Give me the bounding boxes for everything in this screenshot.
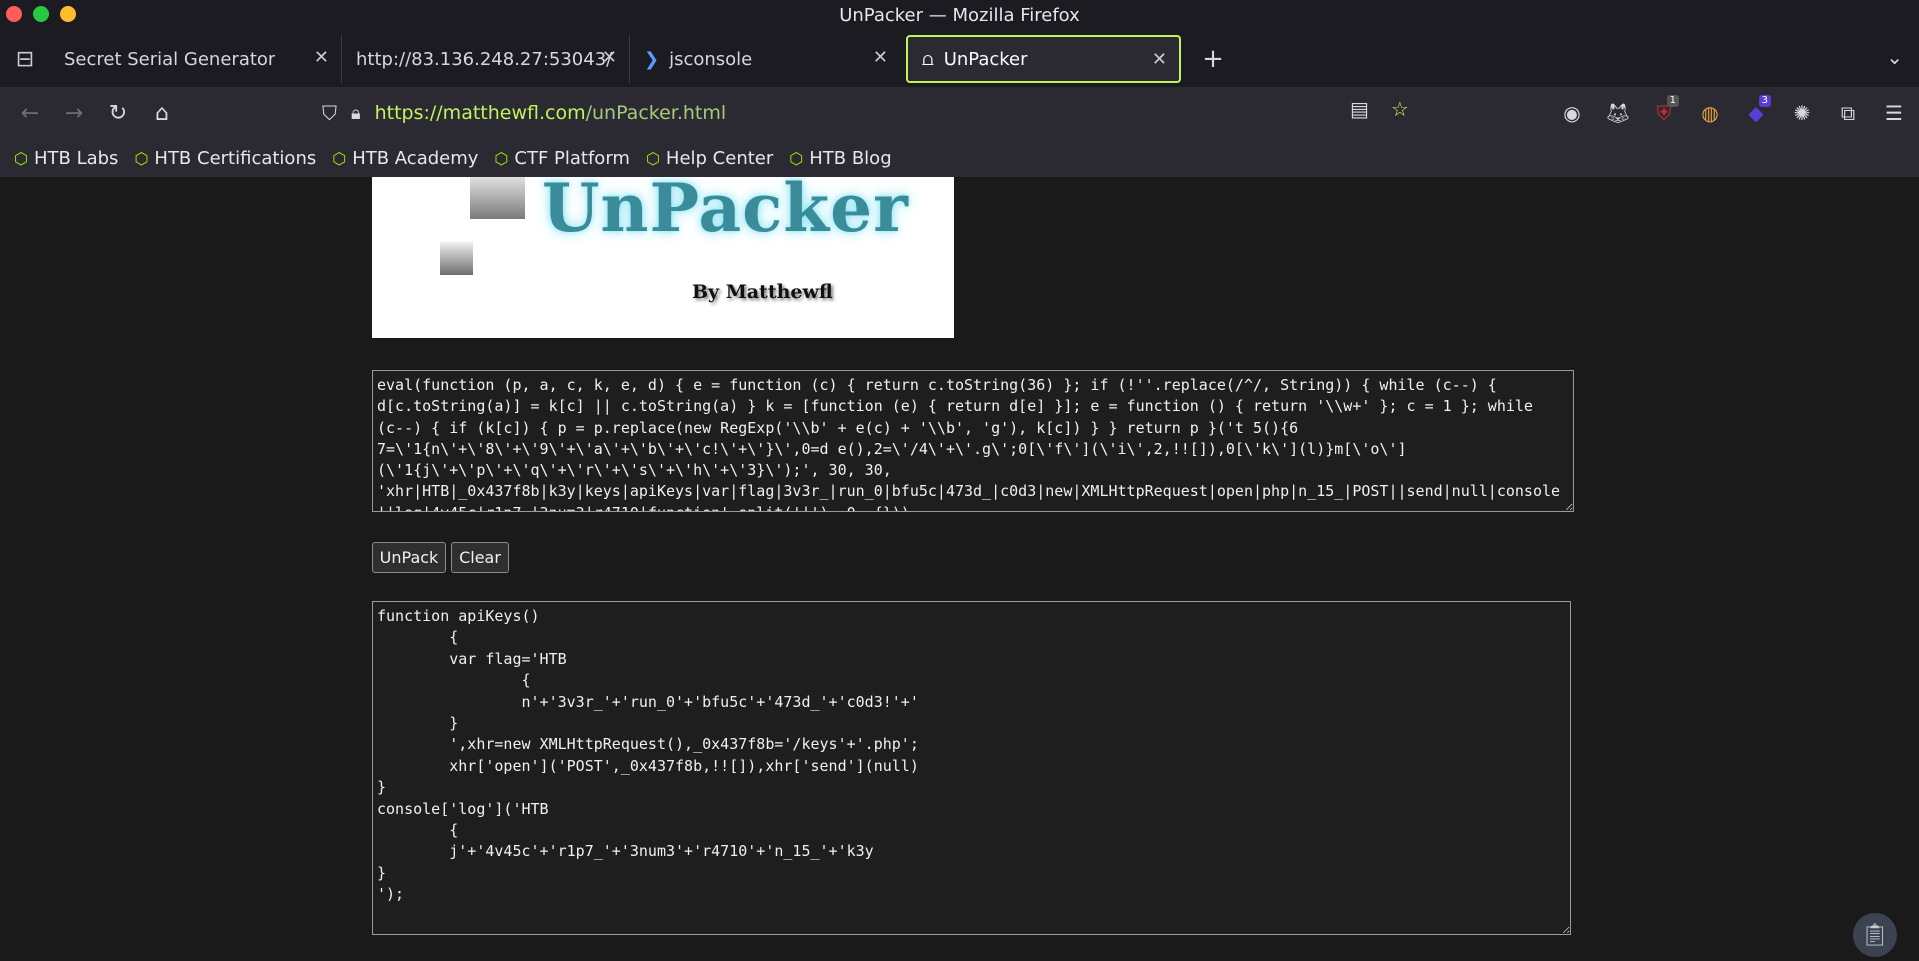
url-text[interactable]: https://matthewfl.com/unPacker.html bbox=[375, 102, 727, 124]
shield-icon[interactable]: ⛉ bbox=[322, 101, 337, 125]
bookmark-label: HTB Blog bbox=[809, 147, 892, 169]
tab-http[interactable]: http://83.136.248.27:53043/ ✕ bbox=[342, 35, 630, 83]
bookmark-htb-blog[interactable]: ⬡ HTB Blog bbox=[789, 148, 891, 169]
cookie-editor-icon[interactable]: ◍ bbox=[1693, 93, 1727, 133]
lock-icon[interactable]: 🔒︎ bbox=[351, 103, 361, 124]
account-icon[interactable]: ◉ bbox=[1555, 93, 1589, 133]
bookmark-help-center[interactable]: ⬡ Help Center bbox=[646, 148, 773, 169]
bookmark-label: CTF Platform bbox=[514, 147, 630, 169]
unpacker-logo: UnPacker By Matthewfl bbox=[372, 177, 954, 338]
ublock-badge: 1 bbox=[1666, 95, 1679, 107]
htb-cube-icon: ⬡ bbox=[789, 148, 804, 168]
unpacked-code-output[interactable]: function apiKeys() { var flag='HTB { n'+… bbox=[372, 601, 1571, 935]
clipboard-icon[interactable]: 📋︎ bbox=[1853, 913, 1897, 957]
htb-cube-icon: ⬡ bbox=[494, 148, 509, 168]
url-host: https://matthewfl.com bbox=[374, 102, 586, 124]
close-icon[interactable]: ✕ bbox=[1152, 49, 1167, 70]
tab-label: Secret Serial Generator bbox=[64, 48, 276, 70]
bookmark-ctf-platform[interactable]: ⬡ CTF Platform bbox=[494, 148, 630, 169]
wappalyzer-icon[interactable]: ◆ 3 bbox=[1739, 93, 1773, 133]
navigation-bar: ← → ↻ ⌂ ⛉ 🔒︎ https://matthewfl.com/unPac… bbox=[0, 87, 1919, 139]
window-title-bar: UnPacker — Mozilla Firefox bbox=[0, 0, 1919, 31]
close-icon[interactable]: ✕ bbox=[873, 47, 888, 68]
chevron-down-icon[interactable]: ⌄ bbox=[1886, 45, 1903, 69]
logo-decoration bbox=[440, 242, 473, 275]
bookmark-label: HTB Academy bbox=[352, 147, 479, 169]
url-bar[interactable]: ⛉ 🔒︎ https://matthewfl.com/unPacker.html bbox=[322, 93, 1402, 133]
clear-button[interactable]: Clear bbox=[451, 542, 509, 573]
new-tab-button[interactable]: + bbox=[1193, 35, 1233, 83]
bookmark-htb-certifications[interactable]: ⬡ HTB Certifications bbox=[134, 148, 316, 169]
minimize-window-button[interactable] bbox=[33, 6, 49, 22]
tab-jsconsole[interactable]: ❯ jsconsole ✕ bbox=[630, 35, 900, 83]
htb-cube-icon: ⬡ bbox=[332, 148, 347, 168]
logo-byline: By Matthewfl bbox=[692, 281, 833, 303]
logo-decoration bbox=[470, 177, 525, 219]
reader-view-icon[interactable]: ▤ bbox=[1350, 97, 1369, 121]
window-controls bbox=[6, 6, 76, 22]
bookmark-star-icon[interactable]: ☆ bbox=[1391, 97, 1409, 121]
bookmark-label: HTB Labs bbox=[33, 147, 119, 169]
unpack-button[interactable]: UnPack bbox=[372, 542, 446, 573]
close-window-button[interactable] bbox=[6, 6, 22, 22]
forward-button[interactable]: → bbox=[52, 91, 96, 135]
logo-title: UnPacker bbox=[542, 177, 909, 247]
extension-badge: 3 bbox=[1758, 95, 1771, 107]
extensions-icon[interactable]: ⧉ bbox=[1831, 93, 1865, 133]
back-button[interactable]: ← bbox=[8, 91, 52, 135]
close-icon[interactable]: ✕ bbox=[314, 47, 329, 68]
tab-secret-serial-generator[interactable]: Secret Serial Generator ✕ bbox=[50, 35, 342, 83]
bookmark-htb-labs[interactable]: ⬡ HTB Labs bbox=[14, 148, 118, 169]
close-icon[interactable]: ✕ bbox=[602, 47, 617, 68]
bookmark-label: HTB Certifications bbox=[154, 147, 317, 169]
htb-cube-icon: ⬡ bbox=[645, 148, 660, 168]
menu-icon[interactable]: ☰ bbox=[1877, 93, 1911, 133]
tab-label: UnPacker bbox=[943, 48, 1028, 70]
page-content: UnPacker By Matthewfl eval(function (p, … bbox=[0, 177, 1919, 961]
tab-label: jsconsole bbox=[669, 48, 753, 70]
tab-bar: ⊟ Secret Serial Generator ✕ http://83.13… bbox=[0, 31, 1919, 87]
site-favicon-icon: ⩍ bbox=[922, 48, 934, 70]
toolbar-extensions: ◉ 🦊︎ ⛨ 1 ◍ ◆ 3 ✺ ⧉ ☰ bbox=[1555, 93, 1911, 133]
bookmarks-toolbar: ⬡ HTB Labs ⬡ HTB Certifications ⬡ HTB Acade… bbox=[0, 139, 1919, 177]
bookmark-htb-academy[interactable]: ⬡ HTB Academy bbox=[332, 148, 478, 169]
url-actions: ▤ ☆ bbox=[1350, 97, 1409, 121]
maximize-window-button[interactable] bbox=[60, 6, 76, 22]
foxyproxy-icon[interactable]: 🦊︎ bbox=[1601, 93, 1635, 133]
firefox-view-icon[interactable]: ⊟ bbox=[0, 31, 50, 87]
reload-button[interactable]: ↻ bbox=[96, 91, 140, 135]
ublock-icon[interactable]: ⛨ 1 bbox=[1647, 93, 1681, 133]
htb-cube-icon: ⬡ bbox=[14, 148, 28, 168]
window-title: UnPacker — Mozilla Firefox bbox=[839, 5, 1080, 26]
htb-cube-icon: ⬡ bbox=[134, 148, 149, 168]
chevron-right-icon: ❯ bbox=[644, 48, 660, 70]
tab-label: http://83.136.248.27:53043/ bbox=[356, 48, 613, 70]
cookie-icon[interactable]: ✺ bbox=[1785, 93, 1819, 133]
packed-code-input[interactable]: eval(function (p, a, c, k, e, d) { e = f… bbox=[372, 370, 1574, 512]
tab-unpacker[interactable]: ⩍ UnPacker ✕ bbox=[906, 35, 1181, 83]
home-button[interactable]: ⌂ bbox=[140, 91, 184, 135]
bookmark-label: Help Center bbox=[665, 147, 774, 169]
url-path: /unPacker.html bbox=[585, 102, 727, 124]
